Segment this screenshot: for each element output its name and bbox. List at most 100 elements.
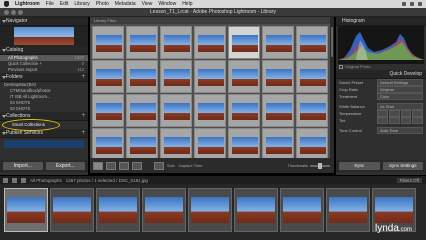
filmstrip-thumbnail[interactable]	[280, 188, 324, 232]
scroll-thumb[interactable]	[331, 27, 333, 57]
saved-preset-dropdown[interactable]: Default Settings	[377, 79, 423, 86]
grid-thumbnail[interactable]	[92, 26, 124, 59]
import-export-bar: Import... Export...	[0, 160, 88, 172]
filmstrip-source[interactable]: All Photographs	[30, 178, 62, 183]
grid-thumbnail[interactable]	[262, 94, 294, 127]
wifi-icon[interactable]	[402, 2, 406, 6]
decrease-small-button[interactable]	[388, 110, 400, 117]
search-icon[interactable]	[418, 2, 422, 6]
menu-photo[interactable]: Photo	[96, 0, 109, 8]
grid-thumbnail[interactable]	[92, 60, 124, 93]
treatment-dropdown[interactable]: Color	[377, 93, 423, 100]
grid-thumbnail[interactable]	[262, 26, 294, 59]
add-folder-icon[interactable]: +	[81, 73, 85, 82]
grid-thumbnail[interactable]	[194, 94, 226, 127]
sync-settings-button[interactable]: Sync Settings	[382, 162, 423, 170]
export-button[interactable]: Export...	[45, 162, 85, 170]
library-filter-bar[interactable]: Library Filter :	[90, 17, 330, 24]
publish-service-behance[interactable]	[4, 140, 84, 148]
grid-thumbnail[interactable]	[160, 60, 192, 93]
increase-small-button[interactable]	[400, 110, 412, 117]
menu-view[interactable]: View	[142, 0, 153, 8]
compare-view-button[interactable]	[119, 161, 129, 170]
grid-thumbnail[interactable]	[194, 26, 226, 59]
filmstrip-thumbnail[interactable]	[142, 188, 186, 232]
increase-small-button[interactable]	[400, 117, 412, 124]
grid-thumbnail[interactable]	[228, 26, 260, 59]
folders-header[interactable]: Folders +	[0, 73, 88, 82]
close-window-button[interactable]	[4, 10, 9, 15]
crop-ratio-dropdown[interactable]: Original	[377, 86, 423, 93]
sync-button[interactable]: Sync	[339, 162, 380, 170]
increase-button[interactable]	[412, 110, 423, 117]
grid-thumbnail[interactable]	[92, 94, 124, 127]
catalog-header[interactable]: Catalog	[0, 46, 88, 55]
grid-thumbnail[interactable]	[228, 94, 260, 127]
grid-thumbnail[interactable]	[126, 94, 158, 127]
grid-thumbnail[interactable]	[126, 60, 158, 93]
grid-thumbnail[interactable]	[296, 26, 328, 59]
grid-thumbnail[interactable]	[160, 128, 192, 158]
apple-icon[interactable]	[4, 1, 9, 7]
grid-thumbnail[interactable]	[262, 128, 294, 158]
navigator-image	[14, 27, 74, 45]
slider-handle[interactable]	[318, 162, 322, 169]
grid-thumbnail[interactable]	[296, 60, 328, 93]
checkbox[interactable]	[339, 65, 343, 69]
decrease-button[interactable]	[377, 117, 388, 124]
menu-edit[interactable]: Edit	[60, 0, 69, 8]
grid-icon[interactable]	[3, 177, 8, 183]
grid-thumbnail[interactable]	[160, 26, 192, 59]
zoom-window-button[interactable]	[18, 10, 23, 15]
quick-develop-header[interactable]: Quick Develop	[336, 70, 426, 79]
survey-view-button[interactable]	[132, 161, 142, 170]
grid-thumbnail[interactable]	[228, 128, 260, 158]
grid-thumbnail[interactable]	[296, 128, 328, 158]
minimize-window-button[interactable]	[11, 10, 16, 15]
grid-thumbnail[interactable]	[228, 60, 260, 93]
filter-dropdown[interactable]: Filters Off	[396, 177, 422, 183]
grid-thumbnail[interactable]	[296, 94, 328, 127]
filmstrip-thumbnail[interactable]	[188, 188, 232, 232]
grid-thumbnail[interactable]	[92, 128, 124, 158]
battery-icon[interactable]	[410, 2, 414, 6]
grid-thumbnail[interactable]	[126, 26, 158, 59]
add-collection-icon[interactable]: +	[81, 112, 85, 121]
filmstrip-thumbnail[interactable]	[326, 188, 370, 232]
white-balance-dropdown[interactable]: As Shot	[377, 103, 423, 110]
sort-dropdown[interactable]: Capture Time	[178, 163, 202, 168]
increase-button[interactable]	[412, 117, 423, 124]
grid-thumbnail[interactable]	[126, 128, 158, 158]
thumbnail-size-slider[interactable]	[310, 162, 330, 169]
import-button[interactable]: Import...	[3, 162, 43, 170]
grid-thumbnail[interactable]	[262, 60, 294, 93]
photo-preview	[53, 197, 91, 223]
filmstrip-thumbnail[interactable]	[96, 188, 140, 232]
painter-button[interactable]	[154, 161, 164, 170]
filmstrip-thumbnail[interactable]	[234, 188, 278, 232]
grid-thumbnail[interactable]	[194, 60, 226, 93]
filmstrip-thumbnail[interactable]	[4, 188, 48, 232]
grid-scrollbar[interactable]	[330, 17, 334, 158]
navigator-preview[interactable]	[0, 26, 88, 46]
grid-view-button[interactable]	[93, 161, 103, 170]
menu-window[interactable]: Window	[158, 0, 176, 8]
decrease-button[interactable]	[377, 110, 388, 117]
menu-file[interactable]: File	[46, 0, 54, 8]
menu-lightroom[interactable]: Lightroom	[15, 0, 40, 8]
menu-library[interactable]: Library	[74, 0, 89, 8]
histogram-header[interactable]: Histogram	[336, 17, 426, 26]
menu-help[interactable]: Help	[182, 0, 192, 8]
add-service-icon[interactable]: +	[81, 129, 85, 138]
menu-metadata[interactable]: Metadata	[115, 0, 136, 8]
loupe-view-button[interactable]	[106, 161, 116, 170]
filmstrip-thumbnail[interactable]	[50, 188, 94, 232]
back-arrow-icon[interactable]	[12, 177, 17, 183]
navigator-header[interactable]: Navigator	[0, 17, 88, 26]
decrease-small-button[interactable]	[388, 117, 400, 124]
grid-thumbnail[interactable]	[160, 94, 192, 127]
auto-tone-button[interactable]: Auto Tone	[377, 127, 423, 134]
mac-menubar: Lightroom File Edit Library Photo Metada…	[0, 0, 426, 8]
forward-arrow-icon[interactable]	[21, 177, 26, 183]
grid-thumbnail[interactable]	[194, 128, 226, 158]
